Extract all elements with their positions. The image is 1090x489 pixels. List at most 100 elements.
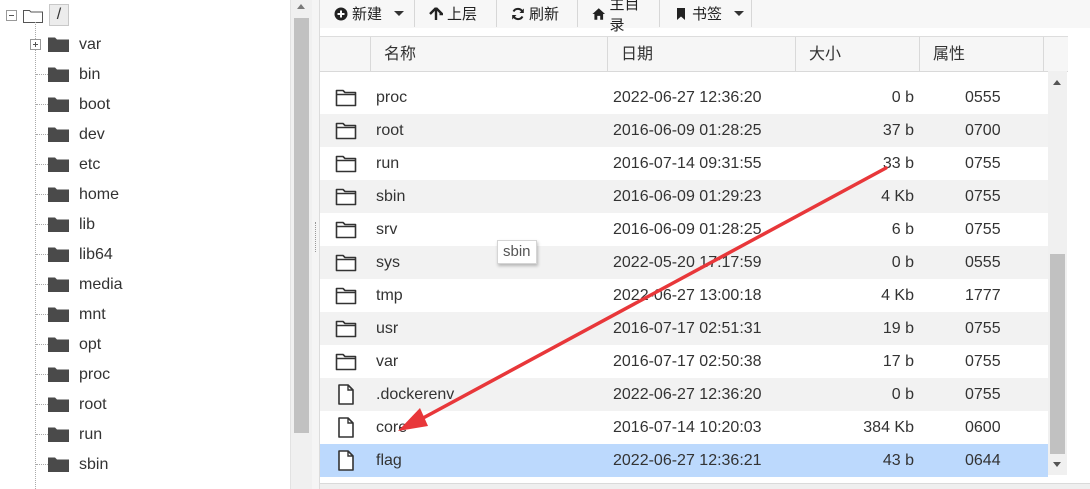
scroll-up-icon[interactable] (297, 4, 305, 9)
tree-root-node[interactable]: / (6, 4, 69, 26)
tree-item[interactable]: var (0, 30, 290, 60)
table-row[interactable]: sys 2022-05-20 17:17:59 0 b 0555 (320, 246, 1048, 279)
tree-connector (36, 314, 48, 315)
table-row[interactable]: run 2016-07-14 09:31:55 33 b 0755 (320, 147, 1048, 180)
folder-outline-icon (335, 122, 357, 140)
cell-name: tmp (376, 287, 403, 304)
tree-item-label: etc (79, 156, 101, 173)
cell-name: srv (376, 221, 398, 238)
tree-item[interactable]: sbin (0, 450, 290, 480)
tree-item[interactable]: proc (0, 360, 290, 390)
tree-item-label: proc (79, 366, 111, 383)
tree-connector (36, 434, 48, 435)
cell-date: 2022-05-20 17:17:59 (613, 254, 762, 271)
column-header-name[interactable]: 名称 (371, 37, 608, 72)
plus-circle-icon (334, 7, 348, 20)
table-row[interactable]: srv 2016-06-09 01:28:25 6 b 0755 (320, 213, 1048, 246)
cell-attributes: 0600 (965, 419, 1001, 436)
cell-attributes: 0555 (965, 254, 1001, 271)
grid-scrollbar[interactable] (1048, 71, 1067, 475)
cell-attributes: 0755 (965, 188, 1001, 205)
cell-size: 4 Kb (881, 188, 914, 205)
cell-attributes: 0755 (965, 155, 1001, 172)
table-row[interactable]: usr 2016-07-17 02:51:31 19 b 0755 (320, 312, 1048, 345)
tree-item[interactable]: bin (0, 60, 290, 90)
column-header-attributes[interactable]: 属性 (920, 37, 1044, 72)
tree-connector (36, 74, 48, 75)
folder-icon (48, 397, 69, 412)
new-button-label: 新建 (352, 6, 383, 23)
tree-item[interactable]: root (0, 390, 290, 420)
cell-attributes: 0755 (965, 386, 1001, 403)
tree-item[interactable]: dev (0, 120, 290, 150)
table-row[interactable]: proc 2022-06-27 12:36:20 0 b 0555 (320, 81, 1048, 114)
home-button[interactable]: 主目录 (578, 0, 660, 34)
folder-outline-icon (335, 221, 357, 239)
tree-item[interactable]: home (0, 180, 290, 210)
tree-connector (36, 284, 48, 285)
tree-item[interactable]: opt (0, 330, 290, 360)
table-row[interactable]: tmp 2022-06-27 13:00:18 4 Kb 1777 (320, 279, 1048, 312)
folder-icon (48, 157, 69, 172)
cell-date: 2016-07-17 02:50:38 (613, 353, 762, 370)
tooltip: sbin (497, 240, 537, 264)
table-row[interactable]: sbin 2016-06-09 01:29:23 4 Kb 0755 (320, 180, 1048, 213)
tree-item[interactable]: lib (0, 210, 290, 240)
table-row[interactable]: root 2016-06-09 01:28:25 37 b 0700 (320, 114, 1048, 147)
tree-item[interactable]: boot (0, 90, 290, 120)
column-header-icon[interactable] (320, 37, 371, 72)
tree-item[interactable]: media (0, 270, 290, 300)
cell-name: proc (376, 89, 408, 106)
cell-name: sbin (376, 188, 406, 205)
cell-size: 43 b (882, 452, 914, 469)
table-row-selected[interactable]: flag 2022-06-27 12:36:21 43 b 0644 (320, 444, 1048, 477)
table-row[interactable]: var 2016-07-17 02:50:38 17 b 0755 (320, 345, 1048, 378)
collapse-icon[interactable] (6, 9, 17, 21)
scroll-down-icon[interactable] (1053, 462, 1061, 467)
grid-scroll-thumb[interactable] (1050, 254, 1065, 454)
tree-item[interactable]: etc (0, 150, 290, 180)
tree-item-label: bin (79, 66, 101, 83)
splitter-grip[interactable] (315, 222, 317, 252)
folder-icon (48, 37, 69, 52)
bookmark-label: 书签 (692, 6, 723, 23)
arrow-up-icon (429, 6, 443, 20)
cell-date: 2016-06-09 01:29:23 (613, 188, 762, 205)
cell-date: 2022-06-27 12:36:20 (613, 386, 762, 403)
folder-outline-icon (335, 254, 357, 272)
folder-icon (48, 307, 69, 322)
folder-icon (48, 277, 69, 292)
column-header-date[interactable]: 日期 (608, 37, 796, 72)
table-row[interactable]: core 2016-07-14 10:20:03 384 Kb 0600 (320, 411, 1048, 444)
tree-connector (36, 464, 48, 465)
expand-icon[interactable] (30, 39, 41, 50)
scroll-up-icon[interactable] (1053, 80, 1061, 85)
refresh-label: 刷新 (529, 6, 560, 23)
new-button[interactable]: 新建 (320, 0, 415, 27)
tree-connector (36, 344, 48, 345)
folder-icon (48, 457, 69, 472)
tree-item[interactable]: run (0, 420, 290, 450)
tree-root-label[interactable]: / (49, 4, 69, 26)
table-row[interactable]: .dockerenv 2022-06-27 12:36:20 0 b 0755 (320, 378, 1048, 411)
bookmark-button[interactable]: 书签 (660, 0, 752, 27)
tree-scroll-thumb[interactable] (294, 18, 309, 433)
file-outline-icon (338, 384, 354, 405)
grid-header: 名称 日期 大小 属性 (320, 37, 1068, 72)
tree-item[interactable]: lib64 (0, 240, 290, 270)
column-header-size[interactable]: 大小 (796, 37, 920, 72)
cell-size: 0 b (891, 89, 914, 106)
cell-size: 384 Kb (863, 419, 914, 436)
cell-name: core (376, 419, 408, 436)
cell-attributes: 0755 (965, 320, 1001, 337)
panel-splitter[interactable] (312, 0, 320, 489)
tree-scrollbar[interactable] (290, 0, 312, 489)
up-level-button[interactable]: 上层 (415, 0, 497, 27)
refresh-button[interactable]: 刷新 (497, 0, 578, 27)
folder-icon (48, 337, 69, 352)
cell-date: 2022-06-27 12:36:21 (613, 452, 762, 469)
tree-item[interactable]: mnt (0, 300, 290, 330)
file-grid: 名称 日期 大小 属性 proc 2022-06-27 12:36:20 0 b 05… (320, 36, 1068, 482)
refresh-icon (512, 7, 524, 20)
tree-item-label: lib (79, 216, 96, 233)
